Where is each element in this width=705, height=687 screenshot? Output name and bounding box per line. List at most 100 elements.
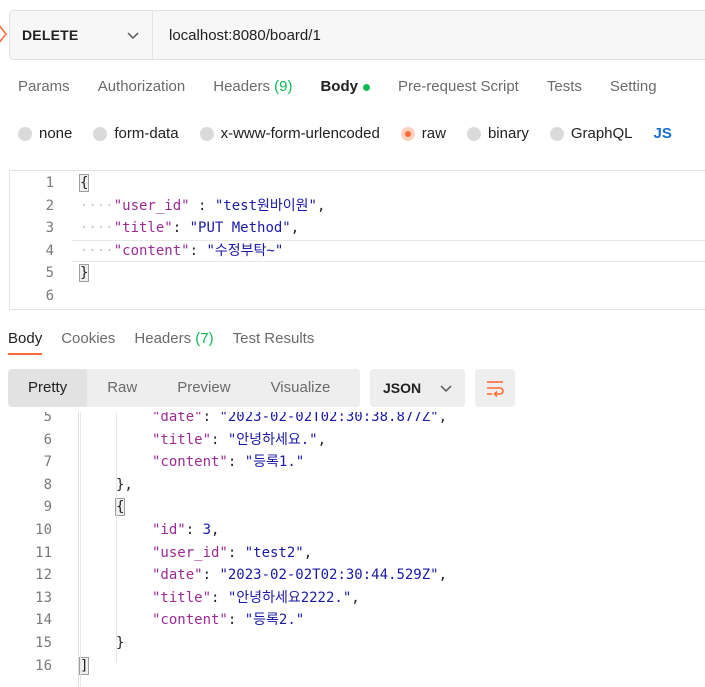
line-number: 12 [35,567,52,584]
radio-button-icon [199,126,214,141]
format-select[interactable]: JSON [370,369,465,407]
radio-button-icon [93,126,108,141]
tab-pre-request-script[interactable]: Pre-request Script [398,78,519,95]
radio-button-icon [466,126,481,141]
json-separator: : [202,567,220,584]
tab-label: Body [320,78,358,95]
json-string: "2023-02-02T02:30:44.529Z" [219,567,439,584]
code-line: { [78,172,90,194]
tab-tests[interactable]: Tests [547,78,582,95]
json-separator: : [227,612,245,629]
line-number: 9 [43,499,52,516]
method-label: DELETE [22,27,79,43]
radio-binary[interactable]: binary [466,125,529,142]
radio-label: GraphQL [570,125,633,142]
line-number: 15 [35,635,52,651]
radio-none[interactable]: none [18,125,72,142]
radio-raw[interactable]: raw [400,125,446,142]
radio-button-icon [18,126,32,141]
response-tabs: Body Cookies Headers (7) Test Results [8,330,333,355]
code-line: { [114,496,126,518]
bracket: ] [78,656,90,675]
bracket: { [114,498,126,517]
radio-label: raw [421,125,446,142]
view-mode-visualize[interactable]: Visualize [251,369,351,407]
line-number: 5 [45,265,54,281]
json-key: "title" [113,220,173,236]
method-select[interactable]: DELETE [10,11,153,59]
tab-label: Pre-request Script [397,78,519,95]
request-tabs: Params Authorization Headers (9) Body Pre-re… [18,78,685,95]
radio-x-www-form-urlencoded[interactable]: x-www-form-urlencoded [199,125,380,142]
line-number: 5 [43,412,52,425]
response-tab-cookies[interactable]: Cookies [61,330,115,355]
body-type-options: none form-data x-www-form-urlencoded raw bin… [18,125,693,142]
request-body-editor[interactable]: 1{2 ····"user_id" : "test원바이원", 3 ····"titl… [9,170,705,310]
tab-authorization[interactable]: Authorization [98,78,186,95]
json-separator: : [211,431,228,448]
code-line: ] [78,655,90,677]
code-line: "content": "등록2." [152,609,304,631]
tab-body[interactable]: Body [320,78,370,95]
tab-label: Authorization [97,78,186,95]
tab-params[interactable]: Params [18,78,70,95]
indent-guide [80,412,81,687]
indent-guide [116,412,117,662]
json-key: "content" [152,454,228,471]
line-number: 6 [43,431,52,448]
radio-label: form-data [114,125,179,142]
json-key: "title" [152,431,212,448]
bracket: } [78,264,90,282]
code-line: "id": 3, [152,519,219,541]
response-tab-body[interactable]: Body [8,330,43,355]
json-key: "id" [152,522,186,538]
chevron-down-icon [127,32,139,40]
json-string: "등록2." [244,612,305,629]
line-number: 16 [35,657,52,674]
json-separator: : [202,412,220,425]
json-comma: , [290,220,300,236]
view-mode-toggle: Pretty Raw Preview Visualize [8,369,360,407]
radio-label: binary [487,125,529,142]
collapse-arrow-icon[interactable] [0,22,8,46]
bracket: { [78,174,90,192]
tab-setting[interactable]: Setting [610,78,657,95]
tab-headers[interactable]: Headers (9) [213,78,292,95]
json-separator: : [185,522,203,538]
tab-label: Body [8,330,43,347]
view-mode-pretty[interactable]: Pretty [8,369,88,407]
code-line: "title": "안녕하세요2222.", [152,587,360,609]
line-number: 2 [45,197,54,214]
json-string: "안녕하세요." [227,431,318,448]
wrap-lines-button[interactable] [475,369,515,407]
radio-button-icon [400,126,415,141]
modified-dot-icon [362,83,370,91]
url-input[interactable] [167,25,671,45]
json-string: "2023-02-02T02:30:38.877Z" [219,412,439,425]
response-tab-test-results[interactable]: Test Results [233,330,315,355]
radio-label: JS [653,125,672,142]
code-line: ····"title": "PUT Method", [80,217,299,239]
json-key: "title" [152,589,212,606]
json-comma: , [317,431,326,448]
radio-js[interactable]: JS [654,125,672,142]
json-separator: : [227,454,245,471]
response-body-viewer[interactable]: 5 "date": "2023-02-02T02:30:38.877Z", 6 "ti… [0,412,705,687]
line-number: 10 [35,522,52,538]
line-number: 7 [43,454,52,471]
json-key: "date" [152,412,203,425]
code-line: ····"user_id" : "test원바이원", [80,195,325,217]
view-mode-preview[interactable]: Preview [157,369,250,407]
tab-label: Params [18,78,70,95]
radio-button-icon [549,126,564,141]
code-line: "date": "2023-02-02T02:30:38.877Z", [152,412,447,428]
json-key: "user_id" [152,544,228,561]
tab-label: Headers [134,330,192,347]
json-separator: : [227,544,245,561]
radio-form-data[interactable]: form-data [93,125,179,142]
radio-graphql[interactable]: GraphQL [549,125,633,142]
json-key: "content" [152,612,228,629]
tab-count: (9) [274,78,293,95]
view-mode-raw[interactable]: Raw [87,369,157,407]
response-tab-headers[interactable]: Headers (7) [134,330,213,355]
